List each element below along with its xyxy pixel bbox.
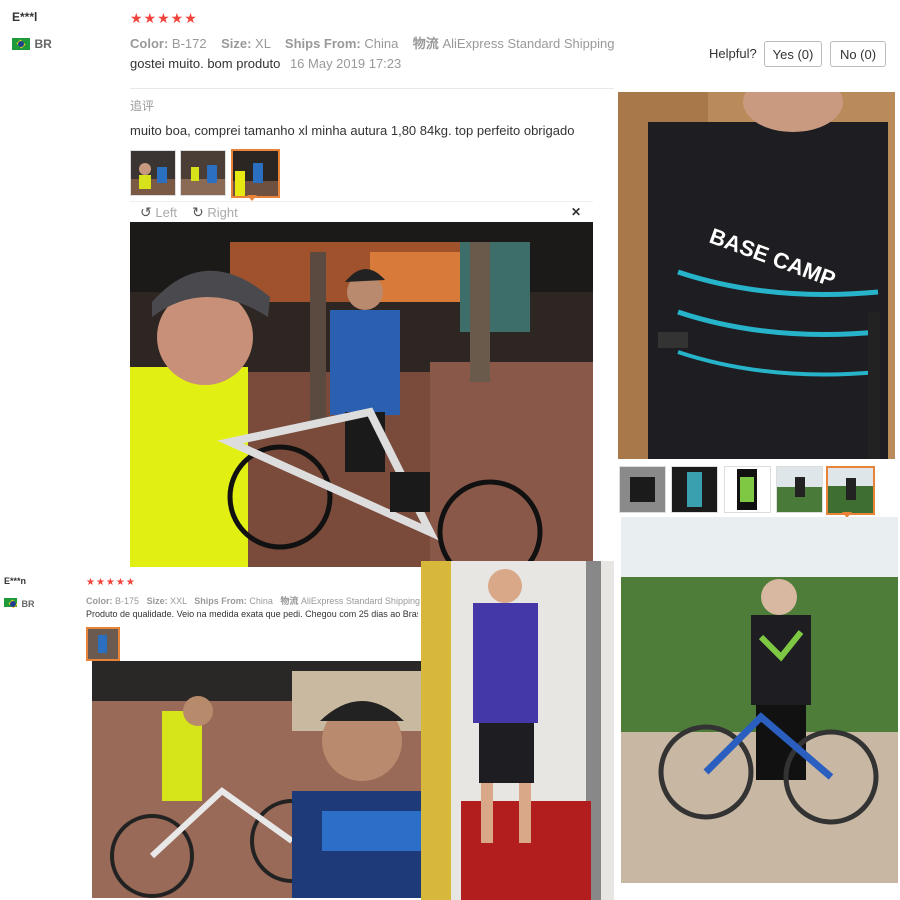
- color-value: B-172: [171, 36, 207, 51]
- helpful-no-button[interactable]: No (0): [830, 41, 886, 67]
- size-value: XL: [255, 36, 271, 51]
- shipping-label: 物流: [412, 36, 439, 51]
- ships-from-label: Ships From:: [194, 596, 247, 606]
- rotate-left-icon: ↺: [140, 204, 152, 220]
- thumbnail-image: [672, 467, 717, 512]
- rotate-right-icon: ↻: [192, 204, 204, 220]
- rotate-left-label: Left: [155, 205, 178, 220]
- country-code: BR: [34, 37, 52, 51]
- thumbnail-image: [777, 467, 822, 512]
- thumbnail-image: [828, 468, 873, 513]
- order-info: Color: B-175 Size: XXL Ships From: China…: [86, 594, 420, 607]
- size-label: Size:: [221, 36, 252, 51]
- color-value: B-175: [115, 596, 140, 606]
- review-thumbnail-selected[interactable]: [826, 466, 875, 515]
- rotate-right-label: Right: [207, 205, 238, 220]
- thumbnail-image: [620, 467, 665, 512]
- review-thumbnail[interactable]: [130, 150, 176, 196]
- rider-field-image: [621, 517, 898, 883]
- review-photo-plaza: [92, 661, 422, 898]
- helpful-yes-button[interactable]: Yes (0): [764, 41, 822, 67]
- followup-text: muito boa, comprei tamanho xl minha autu…: [130, 123, 575, 138]
- country-code: BR: [21, 599, 35, 609]
- review-thumbnail[interactable]: [776, 466, 823, 513]
- image-viewer-toolbar: ↺ Left ↻ Right ✕: [130, 201, 593, 222]
- reviewer-country: BR: [12, 35, 52, 53]
- thumbnail-image: [233, 151, 278, 196]
- review-thumbnail-selected[interactable]: [86, 627, 120, 661]
- review-photo-rider-field: [621, 517, 898, 883]
- shipping-method: AliExpress Standard Shipping: [442, 36, 615, 51]
- reviewer-country: BR: [4, 594, 34, 612]
- thumbnail-image: [88, 629, 118, 659]
- review-text: Produto de qualidade. Veio na medida exa…: [86, 609, 418, 619]
- close-icon[interactable]: ✕: [571, 205, 581, 219]
- reviewer-name: E***n: [4, 576, 27, 586]
- rotate-right-button[interactable]: ↻ Right: [192, 204, 238, 221]
- color-label: Color:: [130, 36, 169, 51]
- review-thumbnail-selected[interactable]: [231, 149, 280, 198]
- size-label: Size:: [146, 596, 168, 606]
- brazil-flag-icon: [12, 37, 30, 50]
- review-thumbnail[interactable]: [619, 466, 666, 513]
- jersey-closeup-image: BASE CAMP: [618, 92, 895, 459]
- review-photo-large: [130, 222, 593, 567]
- ships-from-value: China: [364, 36, 399, 51]
- review-thumbnail[interactable]: [671, 466, 718, 513]
- divider: [130, 88, 614, 89]
- ships-from-value: China: [249, 596, 273, 606]
- helpful-label: Helpful?: [709, 46, 757, 61]
- review-photo-jersey-closeup: BASE CAMP: [618, 92, 895, 459]
- thumbnail-image: [725, 467, 770, 512]
- rating-stars: ★★★★★: [130, 10, 198, 26]
- review-text: gostei muito. bom produto: [130, 56, 281, 71]
- followup-label: 追评: [130, 99, 155, 113]
- review-body: gostei muito. bom produto 16 May 2019 17…: [130, 56, 401, 71]
- review-thumbnail[interactable]: [724, 466, 771, 513]
- rating-stars: ★★★★★: [86, 577, 136, 588]
- review-thumbnail[interactable]: [180, 150, 226, 196]
- review-photo-mirror: [421, 561, 614, 900]
- review-date: 16 May 2019 17:23: [289, 56, 402, 71]
- shipping-label: 物流: [280, 596, 299, 606]
- thumbnail-image: [181, 151, 225, 195]
- color-label: Color:: [86, 596, 113, 606]
- ships-from-label: Ships From:: [284, 36, 361, 51]
- rotate-left-button[interactable]: ↺ Left: [140, 204, 177, 221]
- cyclists-selfie-photo: [130, 222, 593, 567]
- brazil-flag-icon: [4, 598, 17, 608]
- order-info: Color: B-172 Size: XL Ships From: China …: [130, 33, 614, 52]
- thumbnail-image: [131, 151, 175, 195]
- reviewer-name: E***l: [12, 10, 38, 24]
- mirror-selfie-image: [421, 561, 614, 900]
- size-value: XXL: [170, 596, 187, 606]
- plaza-selfie-image: [92, 661, 422, 898]
- shipping-method: AliExpress Standard Shipping: [300, 596, 420, 606]
